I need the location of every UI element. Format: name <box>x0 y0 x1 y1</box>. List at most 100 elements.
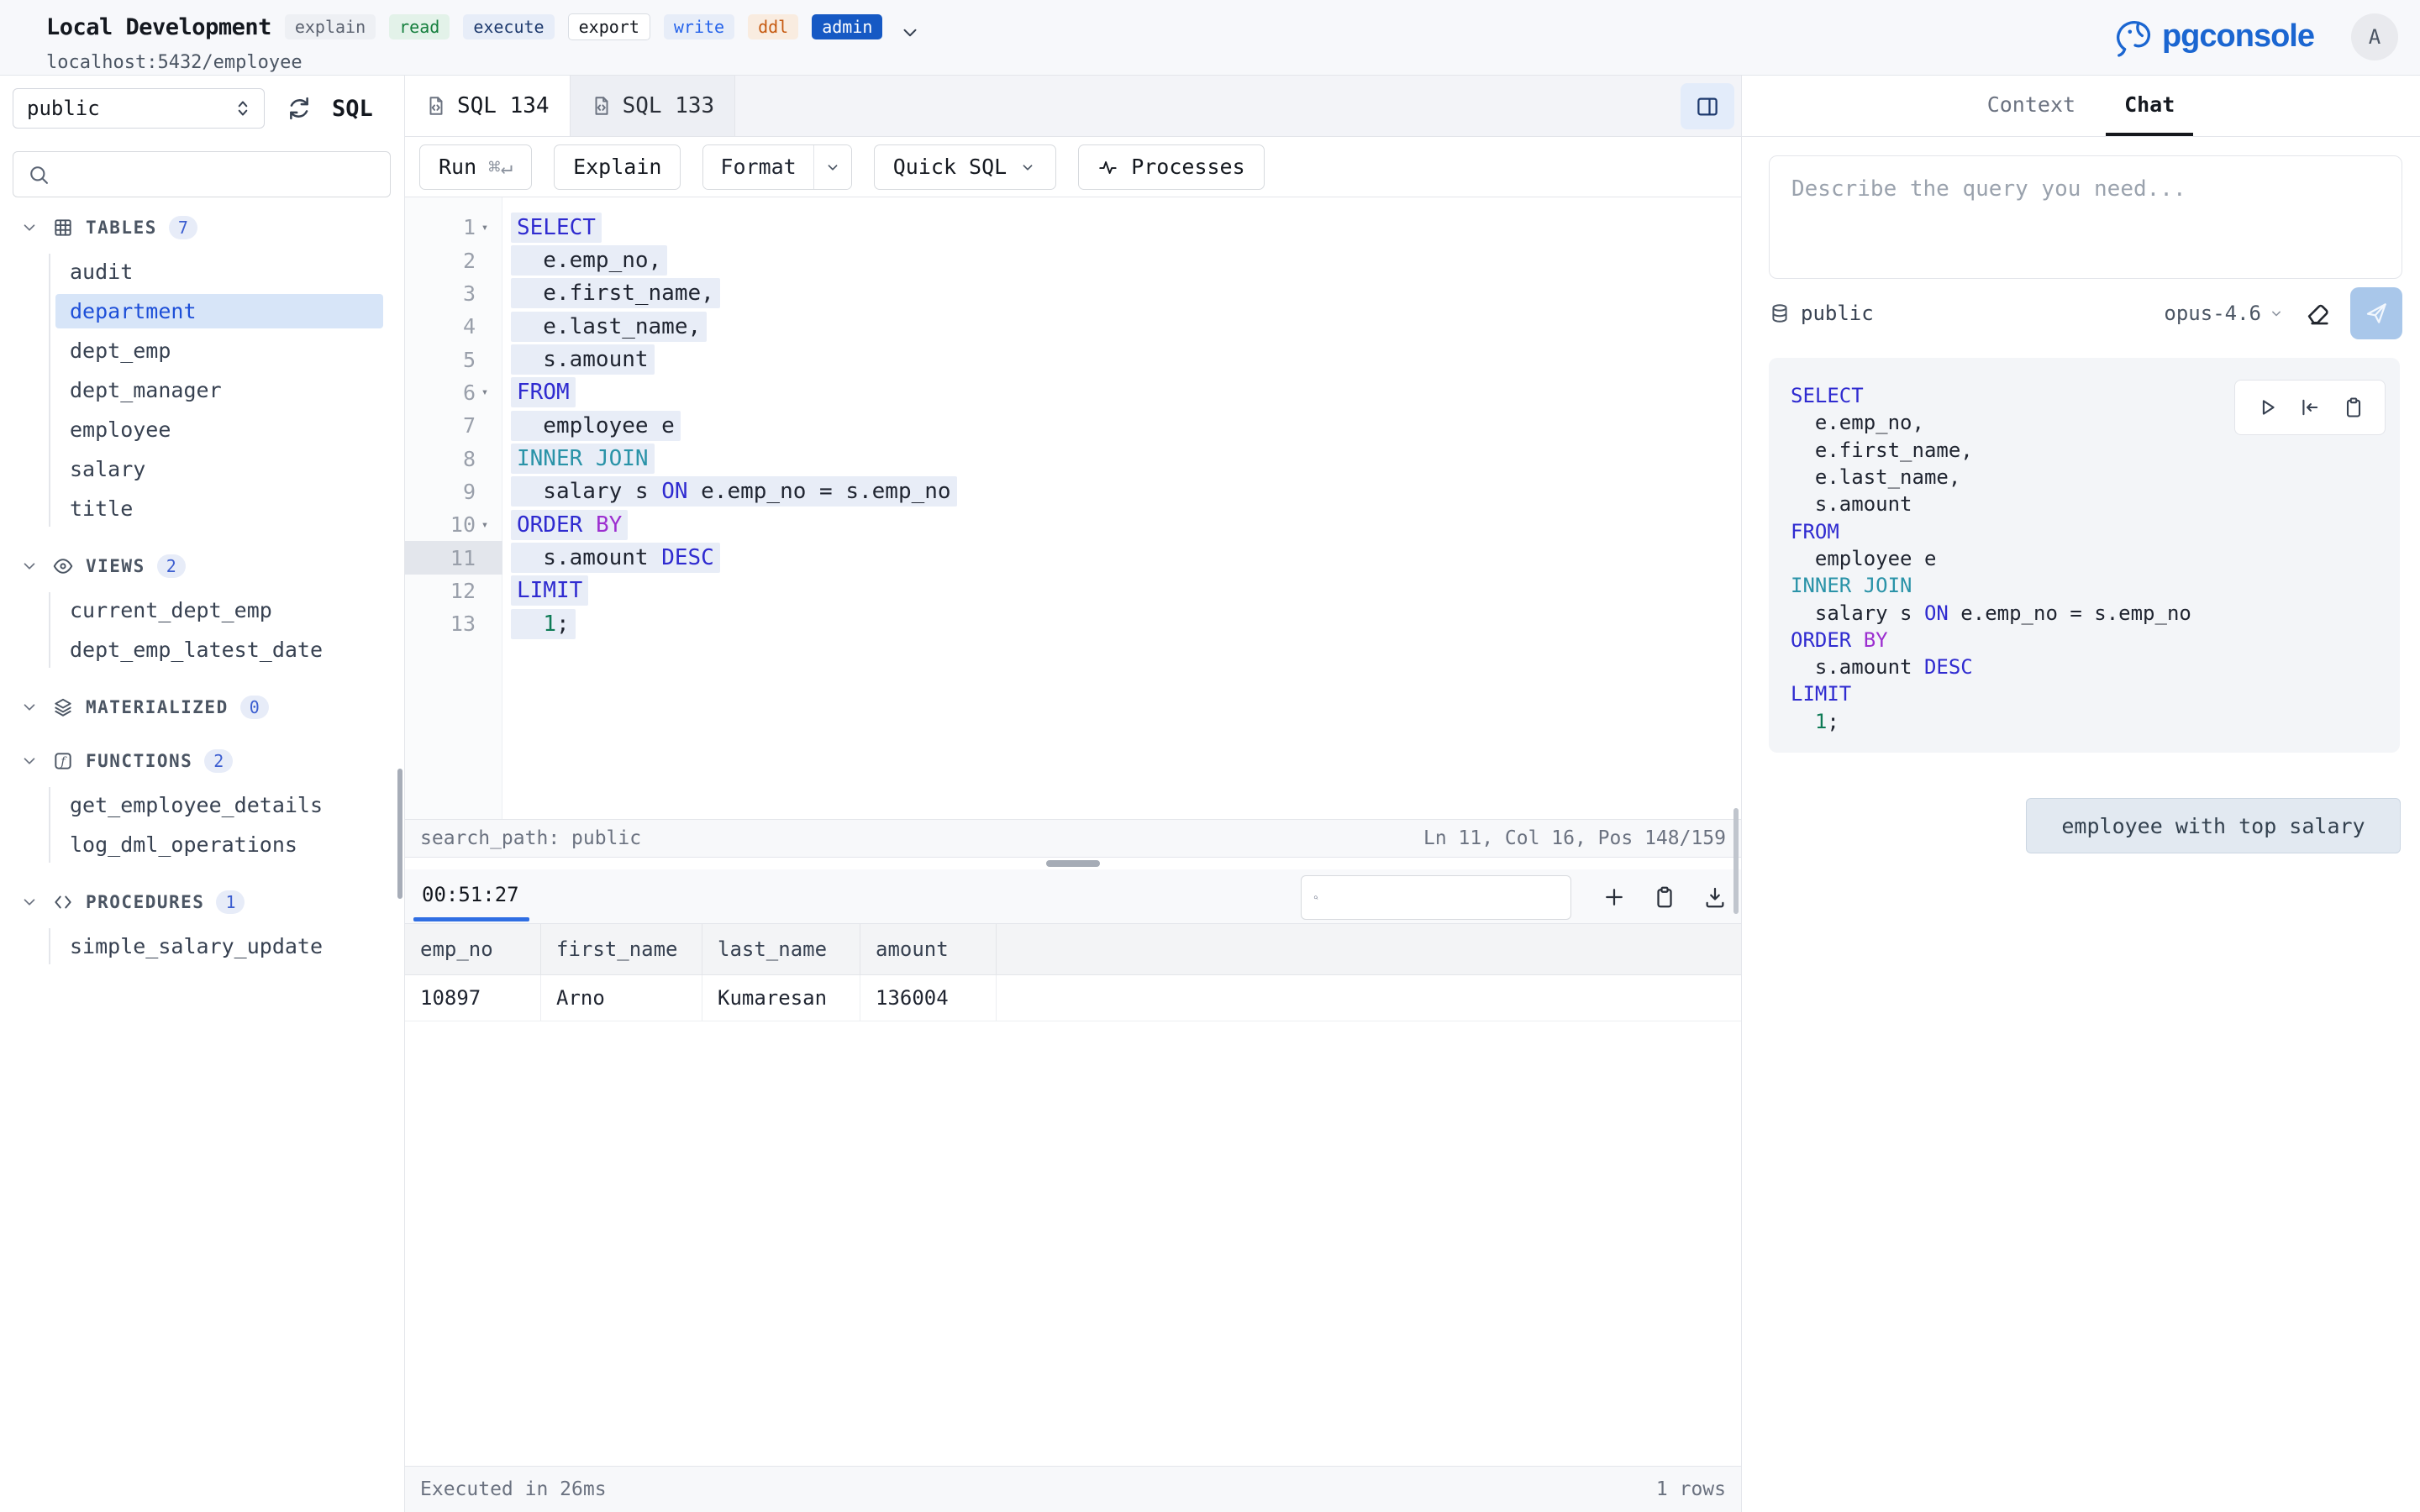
table-row[interactable]: 10897 Arno Kumaresan 136004 <box>405 975 1741 1021</box>
fold-marker-icon[interactable]: ▾ <box>476 221 494 234</box>
code-line[interactable]: 10▾ORDER BY <box>405 508 1741 541</box>
copy-snippet-button[interactable] <box>2342 396 2365 419</box>
column-header-last-name[interactable]: last_name <box>702 924 860 974</box>
tab-chat[interactable]: Chat <box>2106 76 2193 136</box>
chat-schema-chip[interactable]: public <box>1769 302 1874 325</box>
cell-first-name[interactable]: Arno <box>541 975 702 1021</box>
procedure-item-simple-salary-update[interactable]: simple_salary_update <box>0 927 405 966</box>
result-timer-tab[interactable]: 00:51:27 <box>422 883 519 910</box>
pgconsole-app: Local Development explain read execute e… <box>0 0 2420 1512</box>
sql-mode-label[interactable]: SQL <box>332 96 373 122</box>
tab-context[interactable]: Context <box>1969 76 2094 136</box>
download-results-button[interactable] <box>1702 885 1728 910</box>
line-number[interactable]: 3 <box>405 277 502 310</box>
connection-info: Local Development explain read execute e… <box>46 10 921 73</box>
code-line[interactable]: 2 e.emp_no, <box>405 244 1741 276</box>
copy-results-button[interactable] <box>1652 885 1677 910</box>
model-select[interactable]: opus-4.6 <box>2164 302 2285 325</box>
section-header-procedures[interactable]: PROCEDURES 1 <box>0 885 405 920</box>
table-item-title[interactable]: title <box>0 489 405 528</box>
code-line[interactable]: 1▾SELECT <box>405 211 1741 244</box>
connection-host: localhost:5432/employee <box>46 52 921 73</box>
insert-to-editor-button[interactable] <box>2298 396 2322 419</box>
connection-menu-chevron-icon[interactable] <box>899 22 921 44</box>
line-number[interactable]: 7 <box>405 409 502 442</box>
line-number[interactable]: 11 <box>405 541 502 574</box>
format-dropdown-chevron[interactable] <box>813 145 851 189</box>
view-item-dept-emp-latest-date[interactable]: dept_emp_latest_date <box>0 630 405 669</box>
column-header-first-name[interactable]: first_name <box>541 924 702 974</box>
table-item-salary[interactable]: salary <box>0 449 405 489</box>
section-count-badge: 1 <box>216 890 245 914</box>
column-header-amount[interactable]: amount <box>860 924 997 974</box>
cell-amount[interactable]: 136004 <box>860 975 997 1021</box>
line-number[interactable]: 12 <box>405 575 502 607</box>
toggle-side-panel-button[interactable] <box>1681 83 1734 129</box>
sidebar-search[interactable] <box>13 151 391 197</box>
code-line[interactable]: 13 1; <box>405 607 1741 640</box>
code-line[interactable]: 9 salary s ON e.emp_no = s.emp_no <box>405 475 1741 508</box>
cell-last-name[interactable]: Kumaresan <box>702 975 860 1021</box>
insert-left-icon <box>2298 396 2322 419</box>
code-line[interactable]: 3 e.first_name, <box>405 277 1741 310</box>
refresh-schema-button[interactable] <box>285 94 313 123</box>
code-line[interactable]: 6▾FROM <box>405 376 1741 409</box>
section-header-tables[interactable]: TABLES 7 <box>0 210 405 245</box>
table-item-employee[interactable]: employee <box>0 410 405 449</box>
function-item-get-employee-details[interactable]: get_employee_details <box>0 785 405 825</box>
table-item-department[interactable]: department <box>0 291 405 331</box>
section-header-functions[interactable]: f FUNCTIONS 2 <box>0 743 405 779</box>
line-number[interactable]: 6▾ <box>405 376 502 409</box>
fold-marker-icon[interactable]: ▾ <box>476 518 494 532</box>
view-item-current-dept-emp[interactable]: current_dept_emp <box>0 591 405 630</box>
explain-button[interactable]: Explain <box>554 144 681 190</box>
results-resize-strip <box>405 858 1741 869</box>
table-item-audit[interactable]: audit <box>0 252 405 291</box>
line-number[interactable]: 4 <box>405 310 502 343</box>
chevron-down-icon <box>20 557 39 575</box>
line-number[interactable]: 5 <box>405 343 502 375</box>
user-avatar[interactable]: A <box>2351 13 2398 60</box>
quick-sql-button[interactable]: Quick SQL <box>874 144 1056 190</box>
permission-badge-admin: admin <box>812 14 882 39</box>
line-number[interactable]: 2 <box>405 244 502 276</box>
clear-chat-button[interactable] <box>2303 299 2332 328</box>
chat-prompt-input[interactable] <box>1769 155 2402 279</box>
tab-sql-133[interactable]: SQL 133 <box>571 76 736 136</box>
code-line[interactable]: 7 employee e <box>405 409 1741 442</box>
code-line[interactable]: 4 e.last_name, <box>405 310 1741 343</box>
sql-editor[interactable]: 1▾SELECT2 e.emp_no,3 e.first_name,4 e.la… <box>405 197 1741 819</box>
sql-code[interactable]: 1▾SELECT2 e.emp_no,3 e.first_name,4 e.la… <box>405 197 1741 640</box>
code-line[interactable]: 12LIMIT <box>405 575 1741 607</box>
table-item-dept-manager[interactable]: dept_manager <box>0 370 405 410</box>
tab-sql-134[interactable]: SQL 134 <box>405 76 571 136</box>
section-header-materialized[interactable]: MATERIALIZED 0 <box>0 690 405 725</box>
code-line[interactable]: 8INNER JOIN <box>405 442 1741 475</box>
results-search[interactable] <box>1301 875 1571 920</box>
line-number[interactable]: 1▾ <box>405 211 502 244</box>
line-number[interactable]: 13 <box>405 607 502 640</box>
code-line[interactable]: 5 s.amount <box>405 343 1741 375</box>
cell-emp-no[interactable]: 10897 <box>405 975 541 1021</box>
line-number[interactable]: 9 <box>405 475 502 508</box>
plus-icon <box>1602 885 1627 910</box>
processes-button[interactable]: Processes <box>1078 144 1264 190</box>
resize-handle[interactable] <box>1046 860 1100 867</box>
schema-select[interactable]: public <box>13 88 265 129</box>
line-number[interactable]: 8 <box>405 442 502 475</box>
table-item-dept-emp[interactable]: dept_emp <box>0 331 405 370</box>
fold-marker-icon[interactable]: ▾ <box>476 386 494 399</box>
send-message-button[interactable] <box>2350 287 2402 339</box>
run-button[interactable]: Run ⌘↵ <box>419 144 532 190</box>
add-result-tab-button[interactable] <box>1602 885 1627 910</box>
editor-scrollbar-thumb[interactable] <box>1733 808 1739 914</box>
function-item-log-dml-operations[interactable]: log_dml_operations <box>0 825 405 864</box>
line-number[interactable]: 10▾ <box>405 508 502 541</box>
run-snippet-button[interactable] <box>2255 396 2279 419</box>
column-header-emp-no[interactable]: emp_no <box>405 924 541 974</box>
section-header-views[interactable]: VIEWS 2 <box>0 549 405 584</box>
code-line[interactable]: 11 s.amount DESC <box>405 541 1741 574</box>
results-filter-input[interactable] <box>1318 876 1570 919</box>
format-button[interactable]: Format <box>703 145 813 189</box>
sidebar-search-input[interactable] <box>50 152 390 197</box>
